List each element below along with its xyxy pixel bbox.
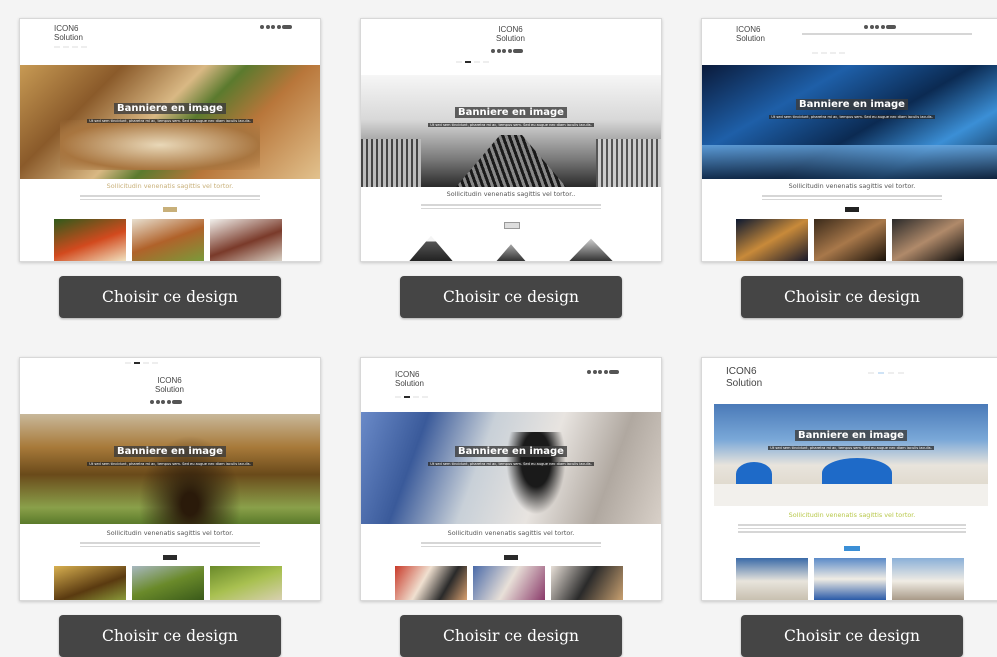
tagline: Sollicitudin venenatis sagittis vel tort… (446, 190, 576, 198)
hero-title: Banniere en image (714, 430, 988, 441)
preview-button (845, 207, 859, 212)
hero-banner: Banniere en image Ut sed sem tincidunt, … (20, 65, 320, 179)
preview-nav (868, 372, 904, 374)
preview-logo: ICON6 Solution (155, 376, 184, 394)
hero-title: Banniere en image (702, 99, 997, 110)
choose-design-button-3[interactable]: Choisir ce design (741, 276, 963, 318)
body-text (421, 542, 601, 549)
choose-design-button-2[interactable]: Choisir ce design (400, 276, 622, 318)
preview-nav (456, 61, 489, 63)
social-icons (864, 25, 896, 29)
preview-button (504, 555, 518, 560)
body-text (738, 524, 966, 535)
preview-button (163, 555, 177, 560)
gallery-image (132, 219, 204, 261)
tagline: Sollicitudin venenatis sagittis vel tort… (788, 182, 916, 190)
hero-banner: Banniere en image Ut sed sem tincidunt, … (714, 404, 988, 506)
tagline: Sollicitudin venenatis sagittis vel tort… (106, 529, 234, 537)
gallery-image (210, 219, 282, 261)
body-text (80, 542, 260, 549)
preview-logo: ICON6 Solution (54, 24, 83, 42)
gallery-image (736, 219, 808, 261)
design-preview-5[interactable]: ICON6 Solution Banniere en image Ut sed s… (360, 357, 662, 601)
preview-logo: ICON6 Solution (736, 25, 765, 43)
header-text (802, 33, 972, 37)
preview-nav (54, 46, 87, 48)
hero-title: Banniere en image (361, 446, 661, 457)
design-preview-4[interactable]: ICON6 Solution Banniere en image Ut sed s… (19, 357, 321, 601)
social-icons (260, 25, 292, 29)
preview-button (163, 207, 177, 212)
preview-logo: ICON6 Solution (726, 366, 763, 389)
hero-subtitle: Ut sed sem tincidunt, pharetra mi ac, te… (428, 462, 594, 466)
choose-design-button-5[interactable]: Choisir ce design (400, 615, 622, 657)
hero-title: Banniere en image (20, 446, 320, 457)
design-preview-1[interactable]: ICON6 Solution Banniere en image Ut sed s… (19, 18, 321, 262)
choose-design-button-6[interactable]: Choisir ce design (741, 615, 963, 657)
preview-nav (395, 396, 428, 398)
tagline: Sollicitudin venenatis sagittis vel tort… (106, 182, 234, 190)
preview-button (844, 546, 860, 551)
gallery-image (54, 219, 126, 261)
body-text (762, 195, 942, 202)
preview-nav (812, 52, 845, 54)
hero-subtitle: Ut sed sem tincidunt, pharetra mi ac, te… (768, 446, 934, 450)
preview-nav (125, 362, 158, 364)
body-text (80, 195, 260, 202)
preview-logo: ICON6 Solution (395, 370, 424, 388)
preview-button (504, 222, 520, 229)
hero-banner: Banniere en image Ut sed sem tincidunt, … (361, 75, 661, 187)
gallery-image (736, 558, 808, 600)
social-icons (491, 49, 523, 53)
social-icons (150, 400, 182, 404)
hero-title: Banniere en image (361, 107, 661, 118)
gallery-image (473, 566, 545, 600)
hero-title: Banniere en image (20, 103, 320, 114)
gallery-image (409, 235, 453, 261)
tagline: Sollicitudin venenatis sagittis vel tort… (447, 529, 575, 537)
gallery-image (496, 244, 526, 261)
choose-design-button-4[interactable]: Choisir ce design (59, 615, 281, 657)
gallery-image (132, 566, 204, 600)
hero-subtitle: Ut sed sem tincidunt, pharetra mi ac, te… (769, 115, 935, 119)
tagline: Sollicitudin venenatis sagittis vel tort… (788, 511, 916, 519)
gallery-image (814, 558, 886, 600)
hero-banner: Banniere en image Ut sed sem tincidunt, … (361, 412, 661, 524)
design-preview-6[interactable]: ICON6 Solution Banniere en image Ut sed s… (701, 357, 997, 601)
gallery-image (54, 566, 126, 600)
gallery-image (892, 558, 964, 600)
preview-logo: ICON6 Solution (496, 25, 525, 43)
body-text (421, 204, 601, 211)
hero-banner: Banniere en image Ut sed sem tincidunt, … (20, 414, 320, 524)
hero-subtitle: Ut sed sem tincidunt, pharetra mi ac, te… (428, 123, 594, 127)
social-icons (587, 370, 619, 374)
gallery-image (569, 238, 613, 261)
gallery-image (210, 566, 282, 600)
hero-subtitle: Ut sed sem tincidunt, pharetra mi ac, te… (87, 462, 253, 466)
gallery-image (892, 219, 964, 261)
hero-subtitle: Ut sed sem tincidunt, pharetra mi ac, te… (87, 119, 253, 123)
design-preview-2[interactable]: ICON6 Solution Banniere en image Ut sed s… (360, 18, 662, 262)
gallery-image (551, 566, 623, 600)
hero-banner: Banniere en image Ut sed sem tincidunt, … (702, 65, 997, 179)
gallery-image (814, 219, 886, 261)
choose-design-button-1[interactable]: Choisir ce design (59, 276, 281, 318)
design-preview-3[interactable]: ICON6 Solution Banniere en image Ut sed s… (701, 18, 997, 262)
gallery-image (395, 566, 467, 600)
